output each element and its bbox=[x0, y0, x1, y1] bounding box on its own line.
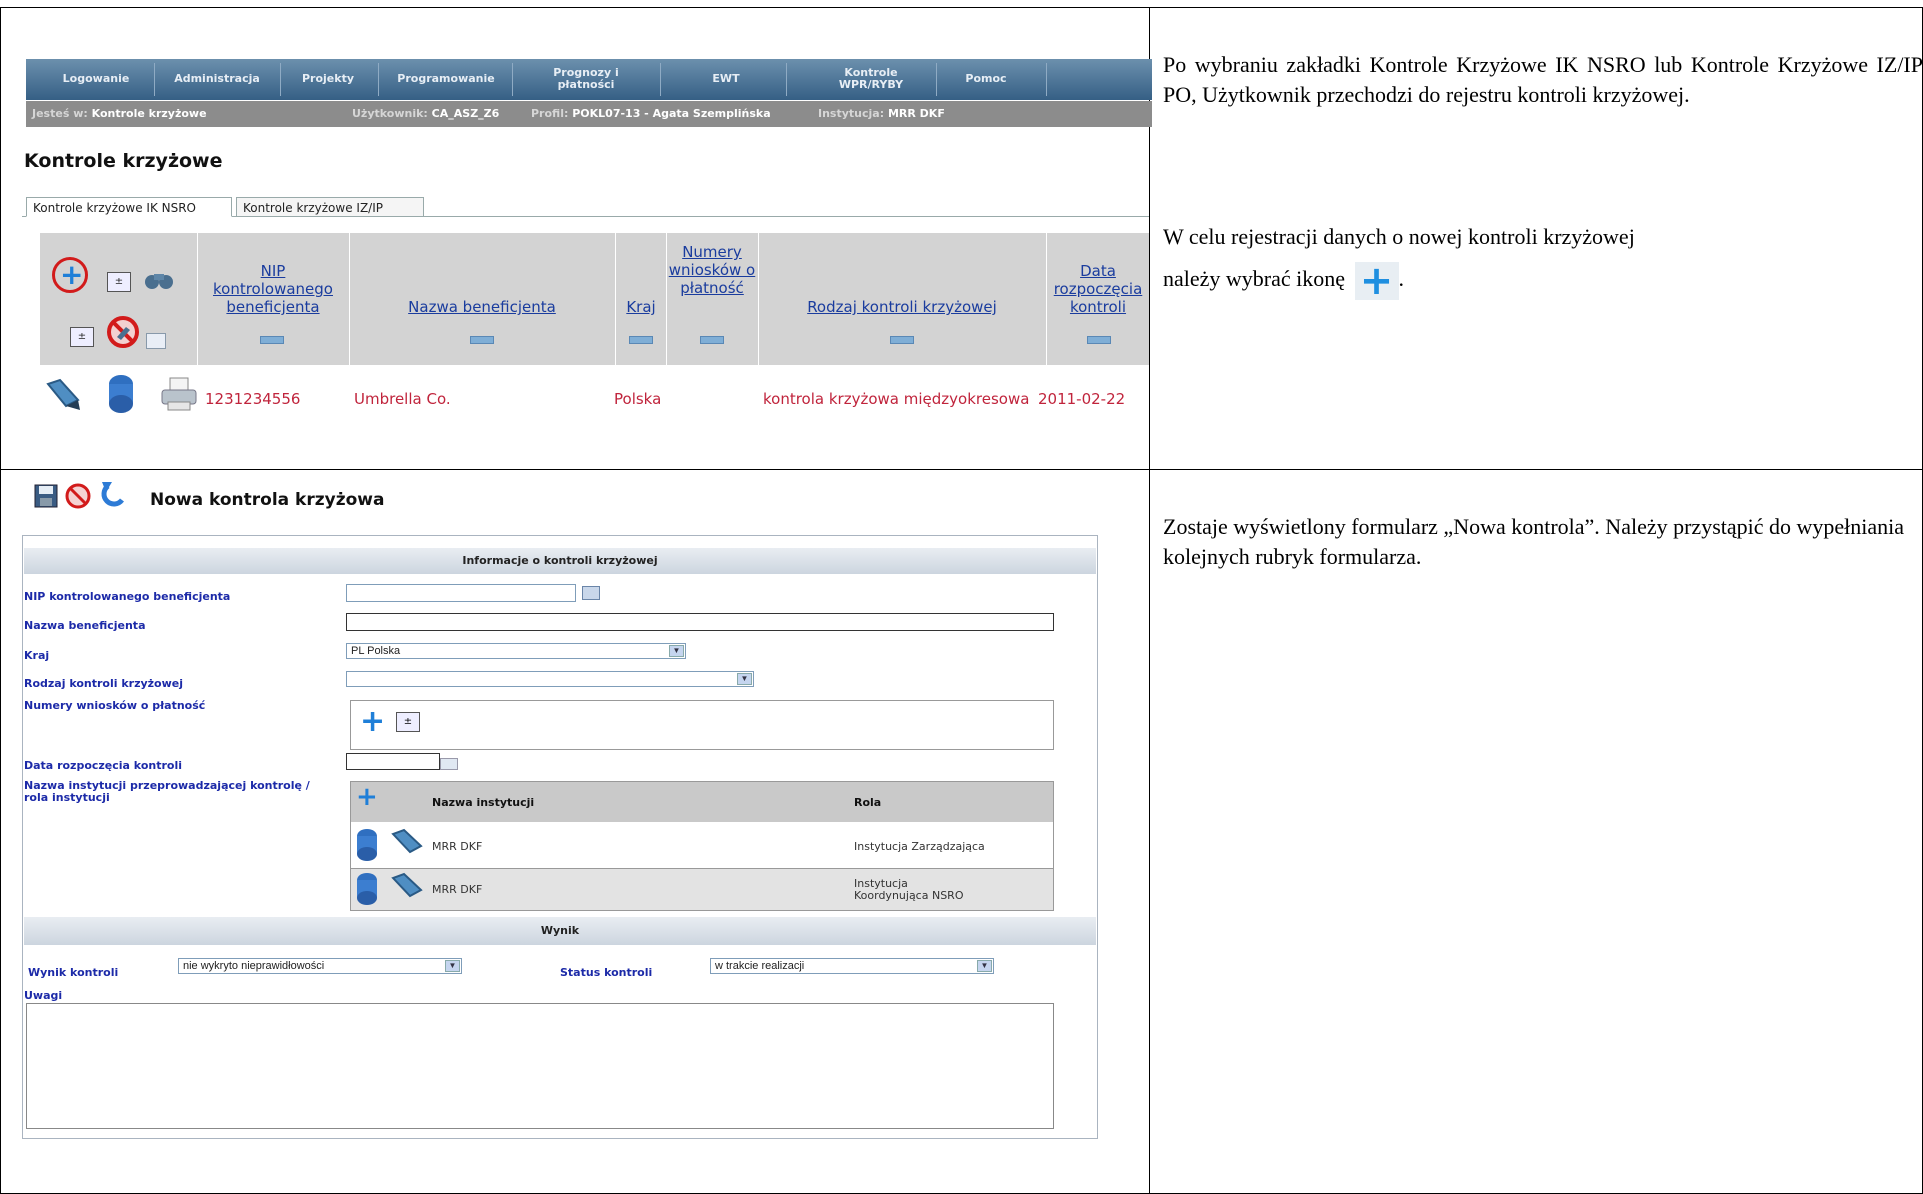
chevron-down-icon[interactable]: ▼ bbox=[977, 960, 992, 972]
sort-country[interactable] bbox=[629, 336, 653, 344]
tab-ik-nsro[interactable]: Kontrole krzyżowe IK NSRO bbox=[26, 197, 232, 217]
row-type: kontrola krzyżowa międzyokresowa bbox=[763, 390, 1030, 408]
result-select[interactable]: nie wykryto nieprawidłowości ▼ bbox=[178, 958, 462, 974]
add-institution-icon[interactable]: + bbox=[356, 784, 378, 810]
export-icon[interactable]: ± bbox=[70, 327, 94, 347]
institution-role-1: Instytucja Zarządzająca bbox=[854, 840, 985, 853]
nav-logowanie[interactable]: Logowanie bbox=[46, 73, 146, 85]
row-nip: 1231234556 bbox=[205, 390, 301, 408]
page-title: Kontrole krzyżowe bbox=[24, 150, 223, 172]
label-nip: NIP kontrolowanego beneficjenta bbox=[24, 590, 231, 603]
breadcrumb: Jesteś w: Kontrole krzyżowe Użytkownik: … bbox=[26, 101, 1152, 127]
col-date[interactable]: Data rozpoczęcia kontroli bbox=[1048, 262, 1148, 316]
label-name: Nazwa beneficjenta bbox=[24, 619, 146, 632]
calendar-icon[interactable] bbox=[440, 758, 458, 770]
notes-textarea[interactable] bbox=[26, 1003, 1054, 1129]
row-name: Umbrella Co. bbox=[354, 390, 451, 408]
nav-prognozy[interactable]: Prognozy i płatności bbox=[546, 67, 626, 91]
lookup-icon[interactable] bbox=[582, 586, 600, 600]
country-select[interactable]: PL Polska ▼ bbox=[346, 643, 686, 659]
sort-applications[interactable] bbox=[700, 336, 724, 344]
cancel-filter-icon[interactable] bbox=[106, 315, 140, 349]
row-country: Polska bbox=[614, 390, 662, 408]
calendar-icon[interactable] bbox=[146, 333, 166, 349]
institution-name-2: MRR DKF bbox=[432, 883, 483, 896]
col-name[interactable]: Nazwa beneficjenta bbox=[352, 298, 612, 316]
chevron-down-icon[interactable]: ▼ bbox=[737, 673, 752, 685]
col-type[interactable]: Rodzaj kontroli krzyżowej bbox=[760, 298, 1044, 316]
row-date: 2011-02-22 bbox=[1038, 390, 1126, 408]
doc-table-divider-h bbox=[0, 469, 1923, 470]
label-result: Wynik kontroli bbox=[28, 966, 119, 979]
form-title: Nowa kontrola krzyżowa bbox=[150, 490, 385, 510]
applications-box bbox=[350, 700, 1054, 750]
institution-role-2: Instytucja Koordynująca NSRO bbox=[854, 877, 964, 902]
col-country[interactable]: Kraj bbox=[616, 298, 666, 316]
nav-ewt[interactable]: EWT bbox=[696, 73, 756, 85]
institution-name-1: MRR DKF bbox=[432, 840, 483, 853]
tab-iz-ip[interactable]: Kontrole krzyżowe IZ/IP bbox=[236, 197, 424, 217]
nav-administracja[interactable]: Administracja bbox=[162, 73, 272, 85]
edit-icon[interactable] bbox=[390, 872, 426, 902]
col-institution-role: Rola bbox=[854, 796, 882, 809]
nip-input[interactable] bbox=[346, 584, 576, 602]
sort-nip[interactable] bbox=[260, 336, 284, 344]
section-info: Informacje o kontroli krzyżowej bbox=[24, 548, 1096, 574]
label-applications: Numery wniosków o płatność bbox=[24, 699, 206, 712]
delete-icon[interactable] bbox=[356, 828, 378, 862]
label-type: Rodzaj kontroli krzyżowej bbox=[24, 677, 184, 690]
edit-icon[interactable] bbox=[44, 376, 84, 414]
nav-pomoc[interactable]: Pomoc bbox=[956, 73, 1016, 85]
delete-icon[interactable] bbox=[356, 872, 378, 906]
doc-table-divider-v bbox=[1149, 7, 1150, 1194]
sort-name[interactable] bbox=[470, 336, 494, 344]
delete-icon[interactable] bbox=[108, 374, 134, 414]
label-start-date: Data rozpoczęcia kontroli bbox=[24, 759, 182, 772]
instruction-para3: należy wybrać ikonę +. bbox=[1163, 258, 1405, 304]
type-select[interactable]: ▼ bbox=[346, 671, 754, 687]
name-input[interactable] bbox=[346, 613, 1054, 631]
label-status: Status kontroli bbox=[560, 966, 653, 979]
breadcrumb-profile: POKL07-13 - Agata Szemplińska bbox=[572, 107, 771, 120]
instruction-para2: W celu rejestracji danych o nowej kontro… bbox=[1163, 224, 1635, 249]
section-result: Wynik bbox=[24, 917, 1096, 945]
cancel-icon[interactable] bbox=[64, 482, 92, 510]
col-institution-name: Nazwa instytucji bbox=[432, 796, 535, 809]
plus-icon: + bbox=[1354, 261, 1399, 301]
nav-programowanie[interactable]: Programowanie bbox=[386, 73, 506, 85]
import-icon[interactable]: ± bbox=[396, 712, 420, 732]
start-date-input[interactable] bbox=[346, 753, 440, 770]
sort-type[interactable] bbox=[890, 336, 914, 344]
top-nav: Logowanie Administracja Projekty Program… bbox=[26, 59, 1152, 100]
instruction-para1: Po wybraniu zakładki Kontrole Krzyżowe I… bbox=[1163, 52, 1923, 107]
nav-projekty[interactable]: Projekty bbox=[288, 73, 368, 85]
add-application-icon[interactable]: + bbox=[360, 707, 385, 737]
chevron-down-icon[interactable]: ▼ bbox=[669, 645, 684, 657]
label-institution: Nazwa instytucji przeprowadzającej kontr… bbox=[24, 779, 310, 804]
binoculars-icon[interactable] bbox=[143, 268, 175, 292]
import-icon[interactable]: ± bbox=[107, 272, 131, 292]
instruction-para4: Zostaje wyświetlony formularz „Nowa kont… bbox=[1163, 514, 1905, 569]
status-select[interactable]: w trakcie realizacji ▼ bbox=[710, 958, 994, 974]
breadcrumb-institution: MRR DKF bbox=[887, 107, 945, 120]
col-nip[interactable]: NIP kontrolowanego beneficjenta bbox=[200, 262, 346, 316]
breadcrumb-user: CA_ASZ_Z6 bbox=[431, 107, 500, 120]
label-notes: Uwagi bbox=[24, 989, 63, 1002]
label-country: Kraj bbox=[24, 649, 50, 662]
undo-icon[interactable] bbox=[98, 480, 128, 508]
save-icon[interactable] bbox=[34, 484, 58, 508]
sort-date[interactable] bbox=[1087, 336, 1111, 344]
chevron-down-icon[interactable]: ▼ bbox=[445, 960, 460, 972]
col-applications[interactable]: Numery wniosków o płatność bbox=[668, 243, 756, 297]
nav-kontrole[interactable]: Kontrole WPR/RYBY bbox=[826, 67, 916, 91]
breadcrumb-location: Kontrole krzyżowe bbox=[91, 107, 207, 120]
print-icon[interactable] bbox=[160, 376, 198, 412]
edit-icon[interactable] bbox=[390, 828, 426, 858]
plus-icon: + bbox=[60, 258, 84, 291]
